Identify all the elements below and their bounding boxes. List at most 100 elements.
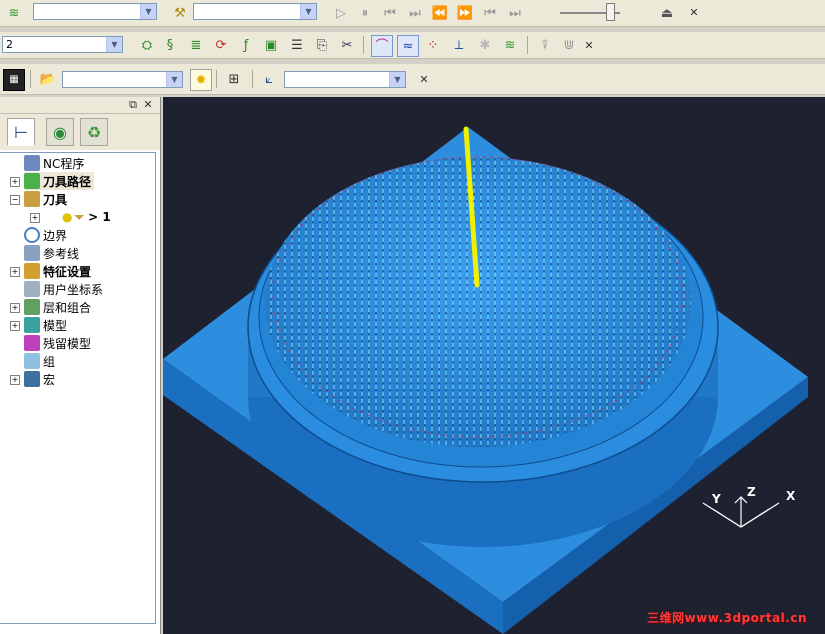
machine-icon[interactable]: ⊞ (224, 69, 244, 89)
tree-item-label: 层和组合 (43, 300, 92, 315)
chevron-down-icon[interactable]: ▼ (166, 72, 182, 87)
toolbar-row-2: 2 ▼ ⛭ § ≣ ⟳ ƒ ▣ ☰ ⎘ ✂ ⌒ ≈ ⁘ ⟂ ✱ ≋ ⍒ ⋓ ✕ (0, 32, 825, 59)
toolpath-select[interactable]: ▼ (33, 3, 157, 20)
tree-item-levels[interactable]: 层和组合 (24, 298, 91, 316)
recycle-bin-icon: ♻ (86, 122, 102, 142)
macro-icon (24, 371, 40, 387)
feature-icon (24, 263, 40, 279)
tree-icon: ⊢ (14, 122, 28, 142)
chevron-down-icon[interactable]: ▼ (389, 72, 405, 87)
explorer-tree: NC程序 + 刀具路径 − 刀具 + ● ⏷ > 1 边界 参考线 + 特征设置… (0, 152, 156, 624)
axis-z-label: Z (747, 485, 756, 499)
expand-icon[interactable]: + (10, 303, 20, 313)
axis-icon[interactable]: ⟂ (449, 35, 469, 55)
tree-item-groups[interactable]: 组 (24, 352, 55, 370)
tree-item-macros[interactable]: 宏 (24, 370, 55, 388)
expand-icon[interactable]: + (10, 177, 20, 187)
disabled-tool-icon[interactable]: ✱ (475, 35, 495, 55)
wave-icon[interactable]: ≈ (397, 35, 419, 57)
tool-icon[interactable]: ⚒ (170, 3, 190, 23)
light-icon[interactable]: ✹ (190, 69, 212, 91)
tree-item-label: 边界 (43, 228, 68, 243)
tree-item-label: > 1 (88, 210, 111, 224)
tree-item-label: 组 (43, 354, 56, 369)
separator (363, 36, 364, 54)
tree-item-boundaries[interactable]: 边界 (24, 226, 67, 244)
close-icon[interactable]: ✕ (687, 6, 701, 20)
lightbulb-icon: ● (62, 210, 73, 224)
nc-program-icon (24, 155, 40, 171)
step-forward-icon[interactable]: ⏭ (405, 3, 425, 23)
tree-item-tools[interactable]: 刀具 (24, 190, 67, 208)
ball-nose-tool-icon: ⏷ (74, 209, 85, 224)
tree-item-label: 用户坐标系 (43, 282, 104, 297)
stock-model-icon (24, 335, 40, 351)
workplane-icon (24, 281, 40, 297)
workplane-icon[interactable]: ⟀ (259, 69, 279, 89)
calculator-icon[interactable]: ▦ (3, 69, 25, 91)
expand-icon[interactable]: + (10, 267, 20, 277)
refresh-icon[interactable]: ⟳ (211, 35, 231, 55)
axis-y-label: Y (712, 492, 721, 506)
tree-item-nc-programs[interactable]: NC程序 (24, 154, 84, 172)
close-icon[interactable]: ✕ (582, 39, 596, 53)
tab-explorer-tree[interactable]: ⊢ (7, 118, 35, 146)
fast-forward-icon[interactable]: ⏩ (455, 3, 475, 23)
play-icon[interactable]: ▷ (331, 3, 351, 23)
leads-icon[interactable]: ≣ (186, 35, 206, 55)
tool-select[interactable]: ▼ (193, 3, 317, 20)
pause-icon[interactable]: ⏸ (355, 3, 375, 23)
points-icon[interactable]: ⁘ (423, 35, 443, 55)
restore-icon[interactable]: ⧉ (126, 98, 140, 112)
step-back-icon[interactable]: ⏮ (380, 3, 400, 23)
link-icon[interactable]: § (160, 35, 180, 55)
model-select[interactable]: ▼ (62, 71, 183, 88)
tree-item-label: 模型 (43, 318, 68, 333)
curve-icon[interactable]: ⌒ (371, 35, 393, 57)
tree-item-label: 宏 (43, 372, 56, 387)
tree-item-label: 残留模型 (43, 336, 92, 351)
edit-icon[interactable]: ▣ (261, 35, 281, 55)
globe-icon: ◉ (53, 122, 67, 142)
collapse-icon[interactable]: − (10, 195, 20, 205)
speed-slider-thumb[interactable] (606, 3, 615, 21)
expand-icon[interactable]: + (10, 375, 20, 385)
go-end-icon[interactable]: ⏭ (505, 3, 525, 23)
tree-item-feature-sets[interactable]: 特征设置 (24, 262, 91, 280)
workplane-select[interactable]: ▼ (284, 71, 406, 88)
boundary-icon (24, 227, 40, 243)
go-start-icon[interactable]: ⏮ (480, 3, 500, 23)
tree-item-stock-models[interactable]: 残留模型 (24, 334, 91, 352)
folder-open-icon[interactable]: 📂 (38, 69, 58, 89)
chevron-down-icon[interactable]: ▼ (140, 4, 156, 19)
holder-icon[interactable]: ⋓ (559, 35, 579, 55)
expand-icon[interactable]: + (10, 321, 20, 331)
graphics-viewport[interactable]: Y Z X 三维网www.3dportal.cn (163, 97, 825, 634)
tree-item-tool-1[interactable]: ● ⏷ > 1 (62, 208, 111, 226)
eject-icon[interactable]: ⏏ (657, 3, 677, 23)
tool-number-select[interactable]: 2 ▼ (2, 36, 123, 53)
rewind-icon[interactable]: ⏪ (430, 3, 450, 23)
tab-web[interactable]: ◉ (46, 118, 74, 146)
close-icon[interactable]: ✕ (141, 98, 155, 112)
tree-item-models[interactable]: 模型 (24, 316, 67, 334)
toolpath-icon (24, 173, 40, 189)
close-icon[interactable]: ✕ (417, 73, 431, 87)
toolpath-icon[interactable]: ≋ (4, 3, 24, 23)
chevron-down-icon[interactable]: ▼ (300, 4, 316, 19)
tree-item-toolpaths[interactable]: 刀具路径 (24, 172, 95, 190)
tree-item-patterns[interactable]: 参考线 (24, 244, 79, 262)
expand-icon[interactable]: + (30, 213, 40, 223)
separator (527, 36, 528, 54)
feed-rate-icon[interactable]: ƒ (236, 35, 256, 55)
green-path-icon[interactable]: ≋ (500, 35, 520, 55)
tree-item-workplanes[interactable]: 用户坐标系 (24, 280, 103, 298)
chevron-down-icon[interactable]: ▼ (106, 37, 122, 52)
copy-icon[interactable]: ⎘ (312, 35, 332, 55)
explorer-panel: ⧉ ✕ ⊢ ◉ ♻ NC程序 + 刀具路径 − 刀具 + ● ⏷ > 1 边界 … (0, 97, 161, 634)
probe-icon[interactable]: ⍒ (535, 35, 555, 55)
list-icon[interactable]: ☰ (287, 35, 307, 55)
toolpath-strategy-icon[interactable]: ⛭ (137, 35, 157, 55)
tab-recycle[interactable]: ♻ (80, 118, 108, 146)
scissors-icon[interactable]: ✂ (337, 35, 357, 55)
